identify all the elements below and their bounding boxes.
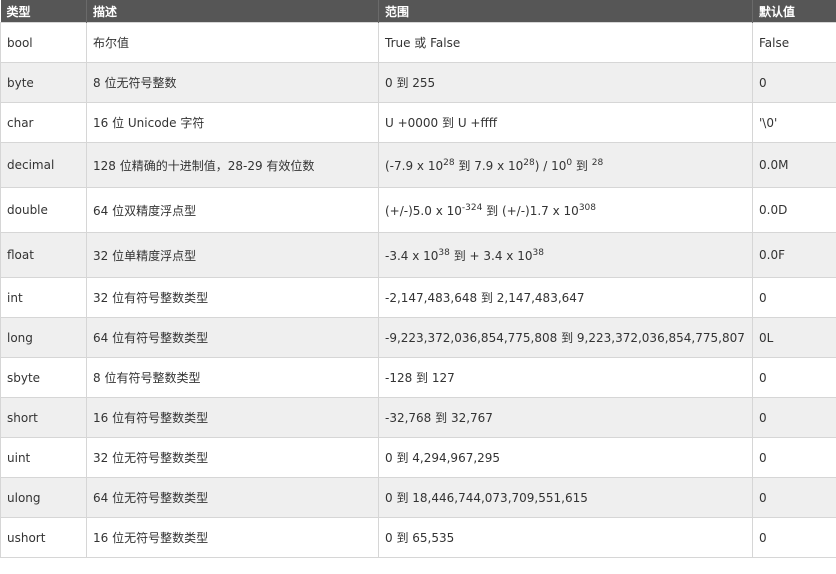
- cell-default: 0: [752, 517, 836, 558]
- table-row: decimal 128 位精确的十进制值，28-29 有效位数 (-7.9 x …: [0, 142, 836, 188]
- table-row: uint 32 位无符号整数类型 0 到 4,294,967,295 0: [0, 437, 836, 478]
- cell-description: 8 位有符号整数类型: [86, 357, 379, 398]
- cell-description: 64 位有符号整数类型: [86, 317, 379, 358]
- cell-range: 0 到 18,446,744,073,709,551,615: [378, 477, 753, 518]
- cell-default: 0: [752, 397, 836, 438]
- cell-default: 0: [752, 437, 836, 478]
- table-row: ulong 64 位无符号整数类型 0 到 18,446,744,073,709…: [0, 477, 836, 518]
- cell-description: 16 位 Unicode 字符: [86, 102, 379, 143]
- range-text: 到 (+/-)1.7 x 10: [482, 203, 579, 218]
- table-row: ushort 16 位无符号整数类型 0 到 65,535 0: [0, 517, 836, 558]
- range-exponent: 38: [438, 247, 450, 258]
- cell-default: 0.0M: [752, 142, 836, 188]
- cell-description: 16 位有符号整数类型: [86, 397, 379, 438]
- cell-type: int: [0, 277, 87, 318]
- cell-description: 8 位无符号整数: [86, 62, 379, 103]
- cell-type: ushort: [0, 517, 87, 558]
- cell-range: 0 到 255: [378, 62, 753, 103]
- cell-type: decimal: [0, 142, 87, 188]
- header-default: 默认值: [752, 0, 836, 23]
- cell-range: 0 到 4,294,967,295: [378, 437, 753, 478]
- cell-default: False: [752, 22, 836, 63]
- cell-default: 0.0F: [752, 232, 836, 278]
- range-text: (-7.9 x 10: [385, 158, 444, 173]
- cell-range: -128 到 127: [378, 357, 753, 398]
- cell-description: 32 位有符号整数类型: [86, 277, 379, 318]
- table-row: int 32 位有符号整数类型 -2,147,483,648 到 2,147,4…: [0, 277, 836, 318]
- cell-range: 0 到 65,535: [378, 517, 753, 558]
- cell-range: -9,223,372,036,854,775,808 到 9,223,372,0…: [378, 317, 753, 358]
- cell-type: double: [0, 187, 87, 233]
- range-text: 到 + 3.4 x 10: [449, 248, 533, 263]
- cell-default: '\0': [752, 102, 836, 143]
- cell-range: (+/-)5.0 x 10-324 到 (+/-)1.7 x 10308: [378, 187, 753, 233]
- table-row: short 16 位有符号整数类型 -32,768 到 32,767 0: [0, 397, 836, 438]
- range-exponent: 28: [523, 157, 535, 168]
- value-types-table: 类型 描述 范围 默认值 bool 布尔值 True 或 False False…: [0, 0, 836, 558]
- cell-default: 0: [752, 357, 836, 398]
- cell-default: 0: [752, 277, 836, 318]
- cell-range: True 或 False: [378, 22, 753, 63]
- range-text: -3.4 x 10: [385, 248, 439, 263]
- range-exponent: 28: [591, 157, 604, 168]
- cell-default: 0: [752, 477, 836, 518]
- cell-description: 32 位无符号整数类型: [86, 437, 379, 478]
- cell-description: 16 位无符号整数类型: [86, 517, 379, 558]
- cell-range: -2,147,483,648 到 2,147,483,647: [378, 277, 753, 318]
- cell-description: 布尔值: [86, 22, 379, 63]
- cell-type: float: [0, 232, 87, 278]
- header-row: 类型 描述 范围 默认值: [0, 0, 836, 23]
- cell-type: char: [0, 102, 87, 143]
- cell-default: 0: [752, 62, 836, 103]
- range-exponent: 308: [578, 202, 597, 213]
- table-row: byte 8 位无符号整数 0 到 255 0: [0, 62, 836, 103]
- cell-description: 64 位双精度浮点型: [86, 187, 379, 233]
- range-text: 到 7.9 x 10: [454, 158, 524, 173]
- range-text: ) / 10: [534, 158, 567, 173]
- table-row: double 64 位双精度浮点型 (+/-)5.0 x 10-324 到 (+…: [0, 187, 836, 233]
- range-exponent: 38: [532, 247, 544, 258]
- table-row: float 32 位单精度浮点型 -3.4 x 1038 到 + 3.4 x 1…: [0, 232, 836, 278]
- range-exponent: -324: [461, 202, 483, 213]
- cell-type: long: [0, 317, 87, 358]
- header-description: 描述: [86, 0, 379, 23]
- cell-default: 0.0D: [752, 187, 836, 233]
- table-row: sbyte 8 位有符号整数类型 -128 到 127 0: [0, 357, 836, 398]
- cell-description: 64 位无符号整数类型: [86, 477, 379, 518]
- cell-range: U +0000 到 U +ffff: [378, 102, 753, 143]
- cell-range: -32,768 到 32,767: [378, 397, 753, 438]
- table-row: char 16 位 Unicode 字符 U +0000 到 U +ffff '…: [0, 102, 836, 143]
- cell-type: ulong: [0, 477, 87, 518]
- header-type: 类型: [0, 0, 87, 23]
- cell-type: uint: [0, 437, 87, 478]
- cell-range: -3.4 x 1038 到 + 3.4 x 1038: [378, 232, 753, 278]
- cell-type: bool: [0, 22, 87, 63]
- cell-description: 32 位单精度浮点型: [86, 232, 379, 278]
- cell-range: (-7.9 x 1028 到 7.9 x 1028) / 100 到 28: [378, 142, 753, 188]
- range-text: 到: [572, 158, 592, 173]
- range-text: (+/-)5.0 x 10: [385, 203, 462, 218]
- cell-type: sbyte: [0, 357, 87, 398]
- table-row: long 64 位有符号整数类型 -9,223,372,036,854,775,…: [0, 317, 836, 358]
- cell-type: short: [0, 397, 87, 438]
- cell-description: 128 位精确的十进制值，28-29 有效位数: [86, 142, 379, 188]
- range-exponent: 28: [443, 157, 455, 168]
- cell-default: 0L: [752, 317, 836, 358]
- table-row: bool 布尔值 True 或 False False: [0, 22, 836, 63]
- cell-type: byte: [0, 62, 87, 103]
- header-range: 范围: [378, 0, 753, 23]
